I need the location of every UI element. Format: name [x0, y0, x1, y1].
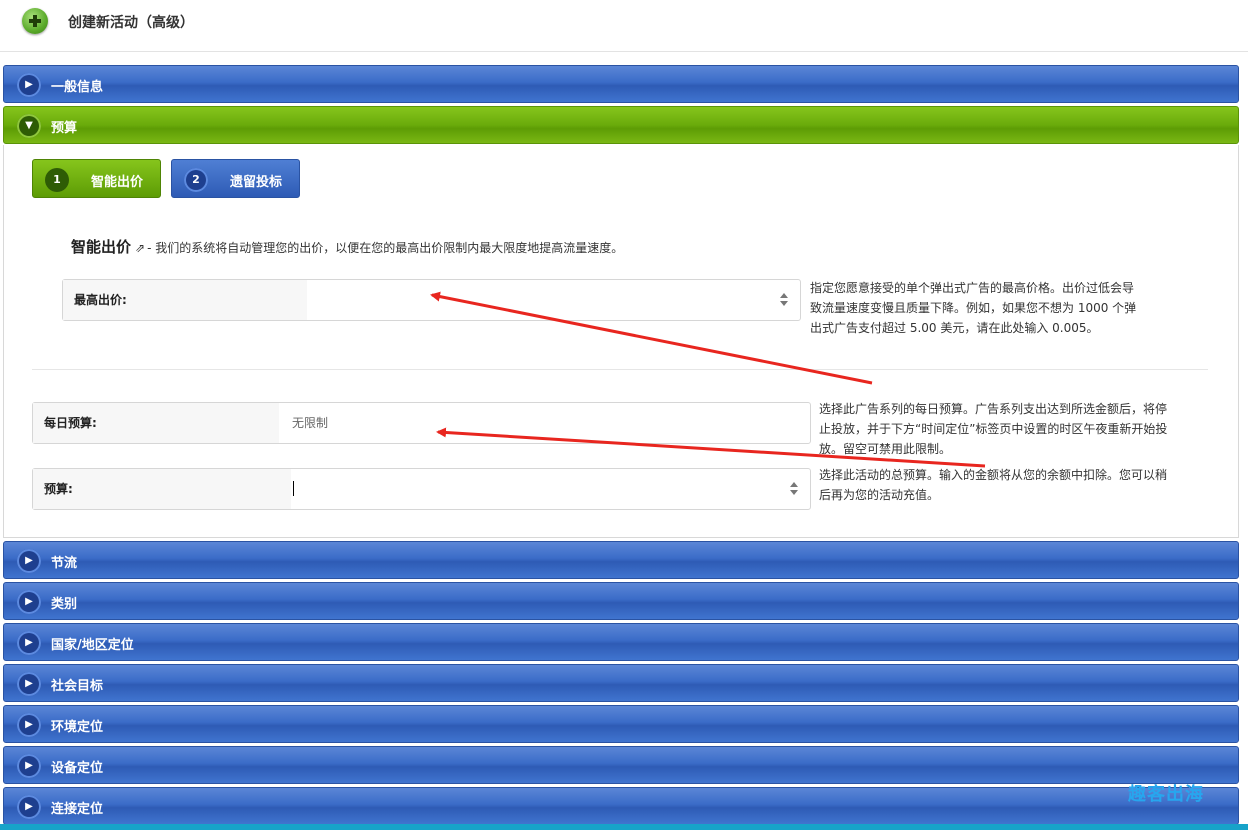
section-label: 国家/地区定位	[51, 638, 134, 653]
smart-bid-title: 智能出价	[71, 238, 132, 256]
section-label: 设备定位	[51, 761, 104, 776]
help-line: 放。留空可禁用此限制。	[819, 442, 952, 456]
play-icon: ▶	[17, 549, 41, 573]
play-icon: ▶	[17, 631, 41, 655]
daily-budget-help: 选择此广告系列的每日预算。广告系列支出达到所选金额后，将停 止投放，并于下方“时…	[819, 399, 1199, 459]
section-budget[interactable]: ▼ 预算	[3, 106, 1239, 144]
daily-budget-input[interactable]: 无限制	[292, 403, 328, 443]
smart-bid-intro: 智能出价 ⇗ - 我们的系统将自动管理您的出价，以便在您的最高出价限制内最大限度地提…	[71, 236, 623, 257]
spinner-icon[interactable]	[790, 482, 798, 496]
section-social[interactable]: ▶ 社会目标	[3, 664, 1239, 702]
external-link-icon[interactable]: ⇗	[135, 241, 145, 255]
max-bid-help: 指定您愿意接受的单个弹出式广告的最高价格。出价过低会导 致流量速度变慢且质量下降…	[810, 278, 1170, 338]
total-budget-help: 选择此活动的总预算。输入的金额将从您的余额中扣除。您可以稍 后再为您的活动充值。	[819, 465, 1199, 505]
smart-bid-description: - 我们的系统将自动管理您的出价，以便在您的最高出价限制内最大限度地提高流量速度…	[147, 241, 624, 255]
daily-budget-label: 每日预算:	[33, 403, 279, 443]
spinner-icon[interactable]	[780, 293, 788, 307]
tab-legacy-bid[interactable]: 2 遗留投标	[171, 159, 300, 198]
section-throttle[interactable]: ▶ 节流	[3, 541, 1239, 579]
tab-smart-bid[interactable]: 1 智能出价	[32, 159, 161, 198]
watermark: 趣客出海	[1128, 784, 1204, 805]
help-line: 选择此广告系列的每日预算。广告系列支出达到所选金额后，将停	[819, 402, 1168, 416]
tab-label: 遗留投标	[230, 175, 283, 190]
footer-strip	[0, 824, 1248, 830]
total-budget-field[interactable]: 预算:	[32, 468, 811, 510]
help-line: 选择此活动的总预算。输入的金额将从您的余额中扣除。您可以稍	[819, 468, 1168, 482]
section-device[interactable]: ▶ 设备定位	[3, 746, 1239, 784]
play-icon: ▶	[17, 73, 41, 97]
section-label: 连接定位	[51, 802, 104, 817]
section-category[interactable]: ▶ 类别	[3, 582, 1239, 620]
total-budget-label: 预算:	[33, 469, 291, 509]
chevron-down-icon: ▼	[17, 114, 41, 138]
daily-budget-field[interactable]: 每日预算: 无限制	[32, 402, 811, 444]
section-geo[interactable]: ▶ 国家/地区定位	[3, 623, 1239, 661]
tab-label: 智能出价	[91, 175, 144, 190]
section-label: 预算	[51, 121, 78, 136]
page-header: 创建新活动（高级）	[0, 0, 1248, 52]
divider	[32, 369, 1208, 370]
help-line: 止投放，并于下方“时间定位”标签页中设置的时区午夜重新开始投	[819, 422, 1168, 436]
section-general[interactable]: ▶ 一般信息	[3, 65, 1239, 103]
play-icon: ▶	[17, 754, 41, 778]
max-bid-label: 最高出价:	[63, 280, 307, 320]
help-line: 出式广告支付超过 5.00 美元，请在此处输入 0.005。	[810, 321, 1099, 335]
section-label: 节流	[51, 556, 78, 571]
text-cursor	[293, 481, 294, 496]
section-connection[interactable]: ▶ 连接定位	[3, 787, 1239, 825]
section-label: 社会目标	[51, 679, 104, 694]
step-number: 1	[45, 168, 69, 192]
play-icon: ▶	[17, 590, 41, 614]
add-circle-icon	[22, 8, 48, 34]
play-icon: ▶	[17, 713, 41, 737]
play-icon: ▶	[17, 795, 41, 819]
help-line: 后再为您的活动充值。	[819, 488, 940, 502]
section-label: 一般信息	[51, 80, 104, 95]
max-bid-field[interactable]: 最高出价:	[62, 279, 801, 321]
play-icon: ▶	[17, 672, 41, 696]
section-label: 环境定位	[51, 720, 104, 735]
step-number: 2	[184, 168, 208, 192]
section-label: 类别	[51, 597, 78, 612]
help-line: 指定您愿意接受的单个弹出式广告的最高价格。出价过低会导	[810, 281, 1135, 295]
page-title: 创建新活动（高级）	[68, 15, 194, 31]
help-line: 致流量速度变慢且质量下降。例如，如果您不想为 1000 个弹	[810, 301, 1137, 315]
section-environment[interactable]: ▶ 环境定位	[3, 705, 1239, 743]
